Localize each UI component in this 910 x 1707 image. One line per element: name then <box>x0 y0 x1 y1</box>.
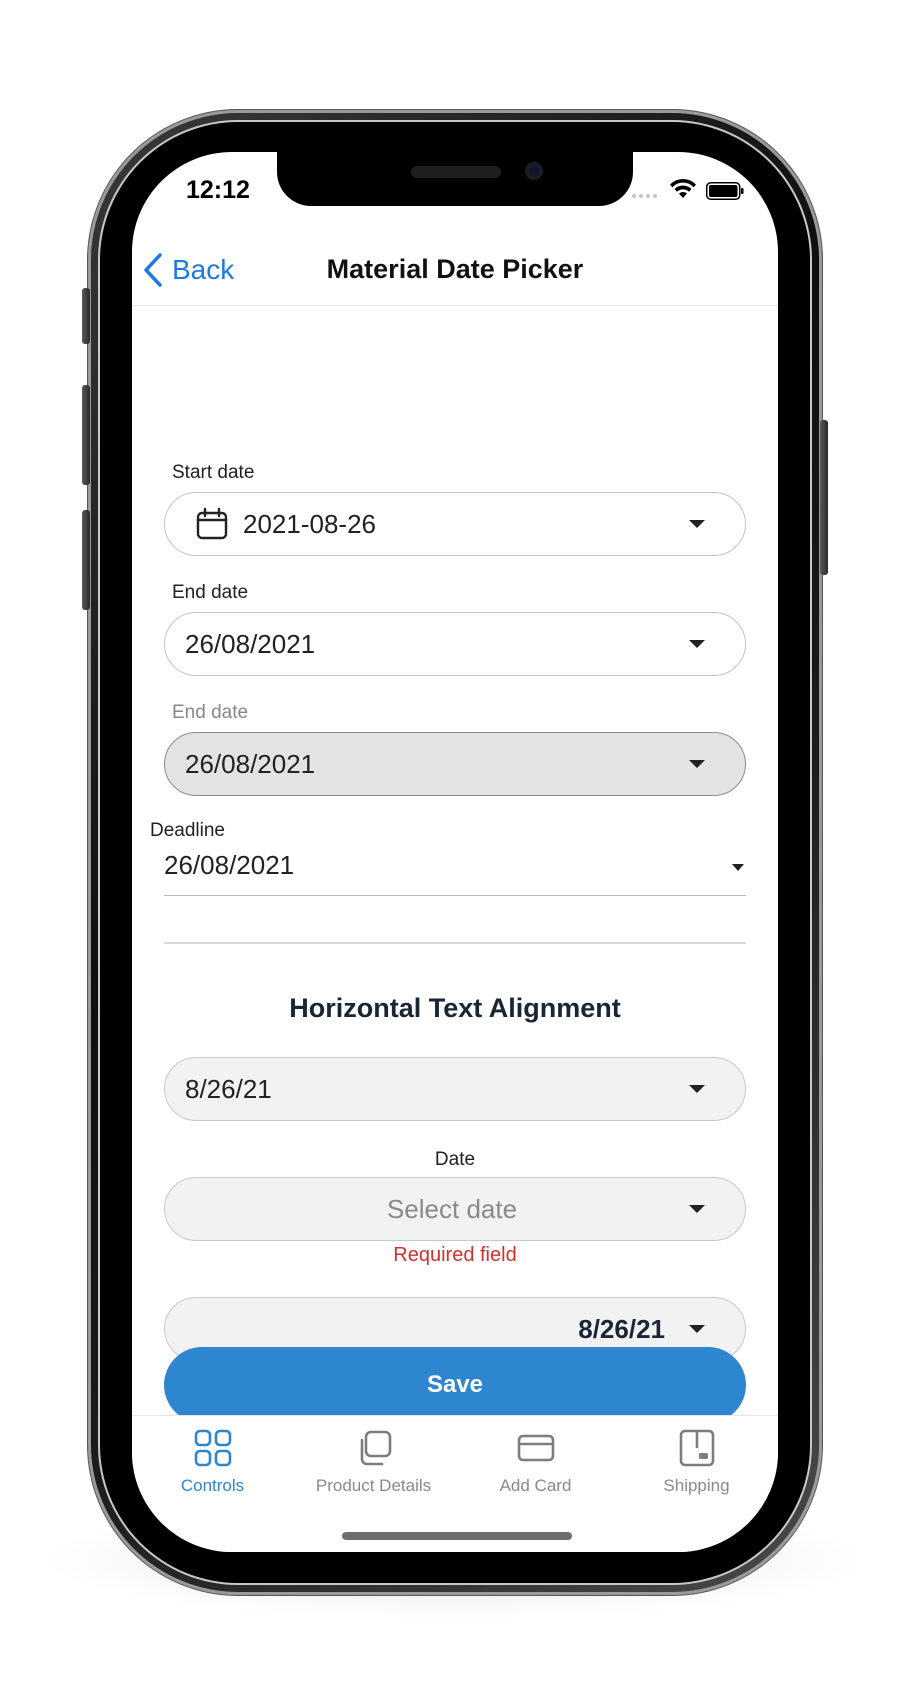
center-aligned-date-picker[interactable]: Select date <box>164 1177 746 1241</box>
front-camera <box>525 162 543 180</box>
tab-controls[interactable]: Controls <box>132 1428 293 1496</box>
chevron-down-icon <box>689 520 705 528</box>
chevron-down-icon <box>689 1205 705 1213</box>
section-divider <box>164 942 746 944</box>
chevron-down-icon <box>689 1085 705 1093</box>
end-date-label: End date <box>172 582 249 603</box>
status-time: 12:12 <box>186 176 250 204</box>
volume-down-button <box>82 510 90 610</box>
notch <box>277 152 633 206</box>
tab-product-details[interactable]: Product Details <box>293 1428 454 1496</box>
deadline-label: Deadline <box>150 820 225 841</box>
grid-icon <box>194 1429 231 1467</box>
date-label: Date <box>434 1149 476 1170</box>
mute-switch <box>82 288 90 344</box>
tab-label: Add Card <box>499 1476 572 1495</box>
required-field-error: Required field <box>393 1244 517 1266</box>
battery-icon <box>706 182 744 200</box>
left-aligned-date-picker[interactable]: 8/26/21 <box>164 1057 746 1121</box>
end-date-filled-value: 26/08/2021 <box>185 748 316 779</box>
wifi-icon <box>670 178 696 198</box>
left-aligned-date-value: 8/26/21 <box>185 1073 272 1104</box>
phone-screen: 12:12 Back Material Date Picker Start da… <box>132 152 778 1552</box>
chevron-down-icon <box>689 760 705 768</box>
tab-label: Product Details <box>315 1476 432 1495</box>
signal-dots <box>632 194 657 198</box>
start-date-value: 2021-08-26 <box>243 508 376 539</box>
start-date-label: Start date <box>172 462 255 483</box>
chevron-down-icon <box>689 1325 705 1333</box>
page-title: Material Date Picker <box>326 254 584 284</box>
speaker-grille <box>411 166 501 178</box>
navigation-bar: Back Material Date Picker <box>132 234 778 306</box>
package-icon <box>679 1429 714 1467</box>
volume-up-button <box>82 385 90 485</box>
home-indicator[interactable] <box>342 1532 572 1540</box>
start-date-picker[interactable]: 2021-08-26 <box>164 492 746 556</box>
right-aligned-date-value: 8/26/21 <box>578 1313 665 1344</box>
deadline-picker[interactable]: 26/08/2021 <box>164 842 746 896</box>
end-date-disabled-label: End date <box>172 702 249 723</box>
tab-label: Shipping <box>663 1476 730 1495</box>
end-date-picker[interactable]: 26/08/2021 <box>164 612 746 676</box>
tab-shipping[interactable]: Shipping <box>616 1428 777 1496</box>
credit-card-icon <box>517 1434 554 1462</box>
main-content: Start date 2021-08-26 End date 26/08/202… <box>132 307 778 1415</box>
chevron-down-icon <box>732 864 744 871</box>
chevron-down-icon <box>689 640 705 648</box>
save-button[interactable]: Save <box>164 1347 746 1415</box>
calendar-icon <box>196 507 228 540</box>
copy-icon <box>360 1430 391 1466</box>
end-date-filled-picker[interactable]: 26/08/2021 <box>164 732 746 796</box>
deadline-value: 26/08/2021 <box>164 850 295 880</box>
section-heading: Horizontal Text Alignment <box>289 993 621 1023</box>
end-date-value: 26/08/2021 <box>185 628 316 659</box>
tab-add-card[interactable]: Add Card <box>455 1428 616 1496</box>
power-button <box>820 420 828 575</box>
select-date-placeholder: Select date <box>386 1193 518 1224</box>
tab-label: Controls <box>180 1476 245 1495</box>
